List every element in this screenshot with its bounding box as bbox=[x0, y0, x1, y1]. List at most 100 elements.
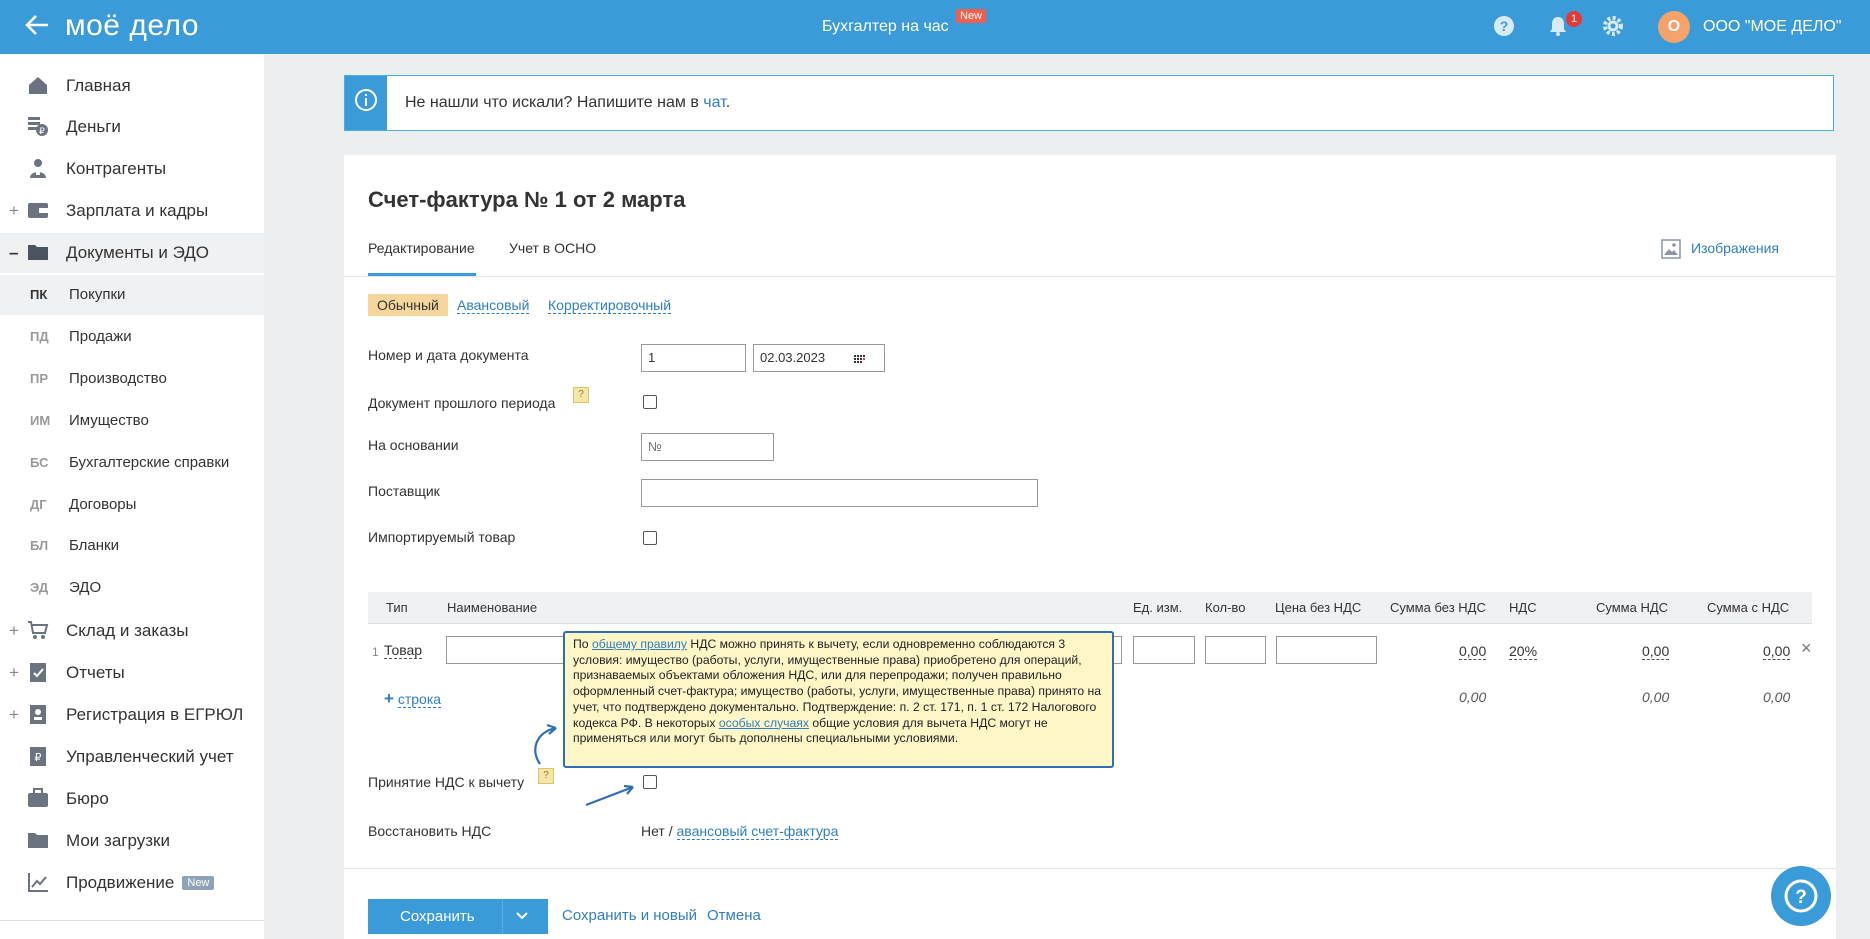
document-date-input[interactable]: 02.03.2023 bbox=[753, 344, 885, 372]
row-sum-without-vat[interactable]: 0,00 bbox=[1459, 643, 1487, 660]
money-icon: ₽ bbox=[27, 115, 49, 137]
supplier-input[interactable] bbox=[641, 479, 1038, 507]
sidebar-item-promotion[interactable]: Продвижение New bbox=[0, 863, 264, 903]
delete-row-icon[interactable]: × bbox=[1801, 638, 1812, 659]
sidebar-subitem-production[interactable]: ПР Производство bbox=[0, 359, 264, 399]
number-date-label: Номер и дата документа bbox=[368, 347, 529, 363]
add-row-label: строка bbox=[397, 691, 442, 708]
expand-icon[interactable]: + bbox=[9, 201, 19, 221]
gear-icon[interactable] bbox=[1601, 14, 1625, 38]
subitem-abbr: ЭД bbox=[30, 580, 49, 595]
unit-input[interactable] bbox=[1133, 636, 1195, 664]
general-rule-link[interactable]: общему правилу bbox=[592, 637, 687, 651]
subitem-abbr: БЛ bbox=[30, 538, 49, 553]
svg-text:₽: ₽ bbox=[35, 752, 42, 764]
top-bar: моё дело Бухгалтер на час New ? 1 О ООО … bbox=[0, 0, 1870, 54]
new-badge: New bbox=[956, 9, 987, 23]
document-number-input[interactable]: 1 bbox=[641, 344, 746, 372]
save-split-divider bbox=[502, 899, 503, 934]
image-icon bbox=[1661, 239, 1681, 262]
sidebar-item-salary[interactable]: + Зарплата и кадры bbox=[0, 191, 264, 231]
sidebar-item-documents[interactable]: – Документы и ЭДО bbox=[0, 233, 264, 273]
tooltip-text: По bbox=[573, 637, 592, 651]
expand-icon[interactable]: + bbox=[9, 663, 19, 683]
col-price: Цена без НДС bbox=[1275, 600, 1362, 615]
supplier-label: Поставщик bbox=[368, 483, 440, 499]
sidebar-item-label: Регистрация в ЕГРЮЛ bbox=[66, 705, 244, 724]
tab-osno[interactable]: Учет в ОСНО bbox=[509, 240, 596, 256]
sidebar-item-bureau[interactable]: Бюро bbox=[0, 779, 264, 819]
chart-icon bbox=[27, 871, 49, 893]
type-advance[interactable]: Авансовый bbox=[457, 297, 530, 314]
col-vat: НДС bbox=[1509, 600, 1537, 615]
question-icon: ? bbox=[1784, 879, 1818, 913]
col-type: Тип bbox=[386, 600, 408, 615]
chat-link[interactable]: чат bbox=[703, 94, 725, 111]
price-input[interactable] bbox=[1276, 636, 1377, 664]
subitem-abbr: БС bbox=[30, 455, 49, 470]
chevron-down-icon[interactable] bbox=[514, 907, 530, 927]
sidebar-item-warehouse[interactable]: + Склад и заказы bbox=[0, 611, 264, 651]
briefcase-icon bbox=[27, 787, 49, 809]
collapse-icon[interactable]: – bbox=[9, 243, 18, 263]
quantity-input[interactable] bbox=[1205, 636, 1266, 664]
sidebar-item-label: Отчеты bbox=[66, 663, 125, 682]
expand-icon[interactable]: + bbox=[9, 705, 19, 725]
back-arrow-icon[interactable] bbox=[24, 12, 50, 43]
subitem-label: Продажи bbox=[69, 328, 132, 345]
page-title: Счет-фактура № 1 от 2 марта bbox=[368, 187, 686, 212]
type-regular[interactable]: Обычный bbox=[368, 294, 448, 316]
past-period-checkbox[interactable] bbox=[643, 395, 657, 409]
sidebar-subitem-sales[interactable]: ПД Продажи bbox=[0, 317, 264, 357]
sidebar-subitem-accounting-notes[interactable]: БС Бухгалтерские справки bbox=[0, 443, 264, 483]
sidebar-item-label: Деньги bbox=[66, 117, 121, 136]
sidebar-subitem-edo[interactable]: ЭД ЭДО bbox=[0, 568, 264, 608]
sidebar-item-registration[interactable]: + Регистрация в ЕГРЮЛ bbox=[0, 695, 264, 735]
sidebar-item-home[interactable]: Главная bbox=[0, 66, 264, 106]
type-corrective[interactable]: Корректировочный bbox=[548, 297, 672, 314]
vat-deduction-checkbox[interactable] bbox=[643, 775, 657, 789]
sidebar: Главная ₽ Деньги Контрагенты + Зарплата … bbox=[0, 54, 264, 939]
sidebar-item-label: Мои загрузки bbox=[66, 831, 170, 850]
sidebar-item-label: Зарплата и кадры bbox=[66, 201, 209, 220]
help-icon[interactable]: ? bbox=[1492, 14, 1516, 38]
row-sum-with-vat[interactable]: 0,00 bbox=[1763, 643, 1791, 660]
save-button[interactable]: Сохранить bbox=[368, 899, 548, 934]
app-logo[interactable]: моё дело bbox=[65, 9, 199, 43]
tab-editing[interactable]: Редактирование bbox=[368, 240, 475, 256]
cancel-link[interactable]: Отмена bbox=[707, 907, 761, 924]
imported-label: Импортируемый товар bbox=[368, 529, 516, 545]
basis-label: На основании bbox=[368, 437, 459, 453]
imported-checkbox[interactable] bbox=[643, 531, 657, 545]
avatar[interactable]: О bbox=[1658, 11, 1690, 43]
help-chat-button[interactable]: ? bbox=[1771, 866, 1831, 926]
expand-icon[interactable]: + bbox=[9, 621, 19, 641]
sidebar-item-reports[interactable]: + Отчеты bbox=[0, 653, 264, 693]
row-type[interactable]: Товар bbox=[384, 642, 423, 659]
sidebar-item-management[interactable]: ₽ Управленческий учет bbox=[0, 737, 264, 777]
calendar-icon[interactable] bbox=[854, 353, 866, 368]
sidebar-subitem-forms[interactable]: БЛ Бланки bbox=[0, 526, 264, 566]
special-cases-link[interactable]: особых случаях bbox=[719, 716, 809, 730]
row-vat-sum[interactable]: 0,00 bbox=[1642, 643, 1670, 660]
row-vat-rate[interactable]: 20% bbox=[1509, 643, 1538, 660]
info-icon bbox=[345, 76, 387, 130]
sidebar-item-uploads[interactable]: Мои загрузки bbox=[0, 821, 264, 861]
sidebar-item-label: Главная bbox=[66, 76, 131, 95]
sidebar-item-money[interactable]: ₽ Деньги bbox=[0, 107, 264, 147]
help-tooltip-icon[interactable]: ? bbox=[538, 768, 554, 784]
advance-invoice-link[interactable]: авансовый счет-фактура bbox=[676, 823, 839, 840]
sidebar-item-contractors[interactable]: Контрагенты bbox=[0, 149, 264, 189]
basis-input[interactable]: № bbox=[641, 433, 774, 461]
restore-vat-label: Восстановить НДС bbox=[368, 823, 492, 839]
accountant-link[interactable]: Бухгалтер на час bbox=[822, 18, 949, 36]
info-banner: Не нашли что искали? Напишите нам в чат. bbox=[344, 75, 1834, 131]
add-row-button[interactable]: + строка bbox=[384, 689, 442, 709]
org-name[interactable]: ООО "МОЕ ДЕЛО" bbox=[1703, 18, 1841, 36]
restore-vat-no[interactable]: Нет bbox=[641, 823, 665, 839]
sidebar-subitem-property[interactable]: ИМ Имущество bbox=[0, 401, 264, 441]
sidebar-subitem-purchases[interactable]: ПК Покупки bbox=[0, 275, 264, 315]
sidebar-subitem-contracts[interactable]: ДГ Договоры bbox=[0, 485, 264, 525]
help-tooltip-icon[interactable]: ? bbox=[573, 387, 589, 403]
save-and-new-link[interactable]: Сохранить и новый bbox=[562, 907, 697, 924]
